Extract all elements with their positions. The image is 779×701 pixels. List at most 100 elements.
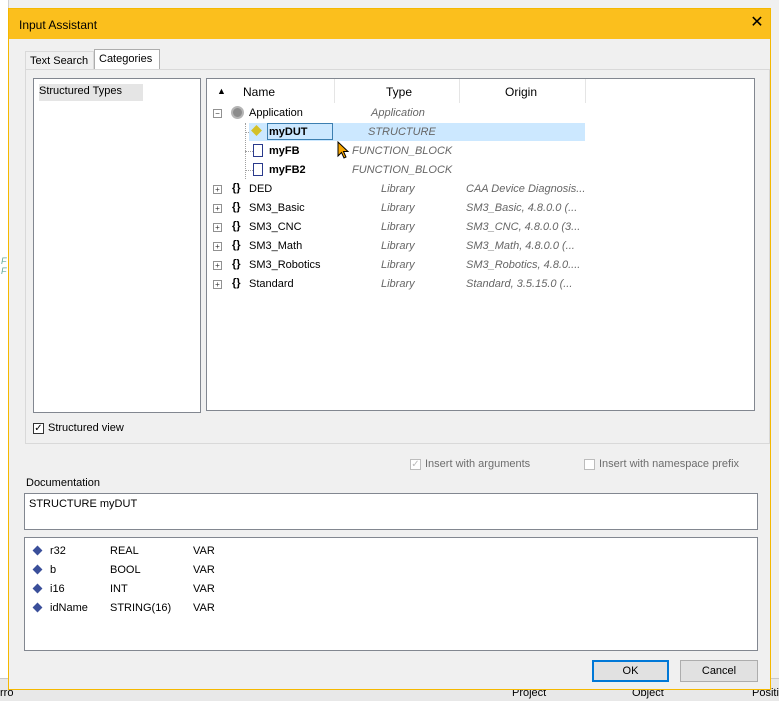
variable-scope: VAR [193,545,215,557]
variable-scope: VAR [193,583,215,595]
tree-row-selected[interactable]: myDUT STRUCTURE [207,123,587,142]
tree-row[interactable]: − Application Application [207,104,587,123]
list-item[interactable]: i16 INT VAR [25,580,325,599]
library-icon: {} [232,277,241,289]
background-text: F [1,256,7,266]
tab-text-search[interactable]: Text Search [25,51,94,70]
tree-row-type: Library [381,183,415,195]
gear-icon [231,106,244,119]
variable-icon [32,602,43,613]
element-tree[interactable]: ▲ Name Type Origin − Application Applica… [206,78,755,411]
tree-row-name: DED [249,183,273,195]
tree-row[interactable]: + {} Standard Library Standard, 3.5.15.0… [207,275,587,294]
tree-row[interactable]: + {} SM3_CNC Library SM3_CNC, 4.8.0.0 (3… [207,218,587,237]
expand-icon[interactable]: + [213,242,222,251]
library-icon: {} [232,201,241,213]
dialog-title: Input Assistant [19,18,98,32]
column-header-origin[interactable]: Origin [460,79,586,103]
tab-label: Text Search [30,55,89,67]
variable-name: idName [50,602,88,614]
tree-row-type: FUNCTION_BLOCK [352,164,453,176]
sort-ascending-icon: ▲ [217,86,226,96]
tree-row-type: Library [381,259,415,271]
structured-view-label: Structured view [48,422,124,434]
tree-row-name: SM3_Math [249,240,303,252]
tree-row-name: SM3_CNC [249,221,302,233]
list-item[interactable]: idName STRING(16) VAR [25,599,325,618]
tree-row-origin: SM3_Math, 4.8.0.0 (... [466,240,575,252]
variable-icon [32,564,43,575]
expand-icon[interactable]: + [213,223,222,232]
cancel-button[interactable]: Cancel [680,660,758,682]
tree-row-name: Standard [249,278,294,290]
tree-row-origin: SM3_Basic, 4.8.0.0 (... [466,202,578,214]
tree-row-name: Application [249,107,303,119]
tree-row-origin: Standard, 3.5.15.0 (... [466,278,573,290]
tree-row-name: myFB2 [269,164,306,176]
expand-icon[interactable]: + [213,261,222,270]
variable-type: BOOL [110,564,141,576]
list-item[interactable]: r32 REAL VAR [25,542,325,561]
structure-icon [251,125,262,136]
input-assistant-dialog: Input Assistant ✕ Text Search Categories… [8,8,771,690]
insert-with-namespace-prefix-checkbox[interactable] [584,459,595,470]
variable-name: b [50,564,57,576]
variable-scope: VAR [193,564,215,576]
function-block-icon [253,163,263,176]
expand-icon[interactable]: + [213,204,222,213]
documentation-text: STRUCTURE myDUT [29,498,138,510]
tree-row[interactable]: + {} SM3_Robotics Library SM3_Robotics, … [207,256,587,275]
tree-row-name: SM3_Basic [249,202,305,214]
library-icon: {} [232,220,241,232]
tree-row[interactable]: + {} SM3_Basic Library SM3_Basic, 4.8.0.… [207,199,587,218]
variable-name: r32 [50,545,66,557]
column-header-label: Name [243,85,276,99]
tree-row[interactable]: + {} DED Library CAA Device Diagnosis... [207,180,587,199]
title-bar[interactable]: Input Assistant ✕ [9,9,770,39]
tree-row[interactable]: + {} SM3_Math Library SM3_Math, 4.8.0.0 … [207,237,587,256]
category-item-structured-types[interactable]: Structured Types [39,84,143,101]
function-block-icon [253,144,263,157]
variable-icon [32,545,43,556]
mouse-cursor-icon [337,141,350,159]
tree-row-name: SM3_Robotics [249,259,321,271]
tree-row[interactable]: myFB FUNCTION_BLOCK [207,142,587,161]
expand-icon[interactable]: + [213,280,222,289]
variable-type: INT [110,583,128,595]
tree-row-origin: SM3_CNC, 4.8.0.0 (3... [466,221,581,233]
category-item-label: Structured Types [39,85,122,97]
variable-type: REAL [110,545,139,557]
documentation-box: STRUCTURE myDUT [24,493,758,530]
insert-with-namespace-prefix-label: Insert with namespace prefix [599,458,740,470]
variable-type: STRING(16) [110,602,172,614]
insert-with-arguments-label: Insert with arguments [425,458,531,470]
background-text: F [1,266,7,276]
column-header-label: Origin [505,85,538,99]
variable-list[interactable]: r32 REAL VAR b BOOL VAR i16 INT VAR idNa… [24,537,758,651]
tree-row-type: Application [371,107,425,119]
tab-categories[interactable]: Categories [94,49,160,70]
library-icon: {} [232,258,241,270]
column-header-label: Type [386,85,413,99]
tree-row-origin: SM3_Robotics, 4.8.0.... [466,259,581,271]
variable-name: i16 [50,583,65,595]
list-item[interactable]: b BOOL VAR [25,561,325,580]
tree-row-name: myDUT [269,126,308,138]
tree-row-type: STRUCTURE [368,126,436,138]
tree-row[interactable]: myFB2 FUNCTION_BLOCK [207,161,587,180]
tree-row-name: myFB [269,145,300,157]
column-header-name[interactable]: ▲ Name [207,79,335,103]
variable-icon [32,583,43,594]
library-icon: {} [232,182,241,194]
expand-icon[interactable]: + [213,185,222,194]
close-icon[interactable]: ✕ [749,15,765,31]
insert-with-arguments-checkbox[interactable]: ✓ [410,459,421,470]
documentation-label: Documentation [26,477,100,489]
tree-row-type: FUNCTION_BLOCK [352,145,453,157]
structured-view-checkbox[interactable]: ✓ [33,423,44,434]
column-header-type[interactable]: Type [335,79,460,103]
ok-button[interactable]: OK [592,660,669,682]
tree-row-type: Library [381,240,415,252]
category-list[interactable]: Structured Types [33,78,201,413]
collapse-icon[interactable]: − [213,109,222,118]
